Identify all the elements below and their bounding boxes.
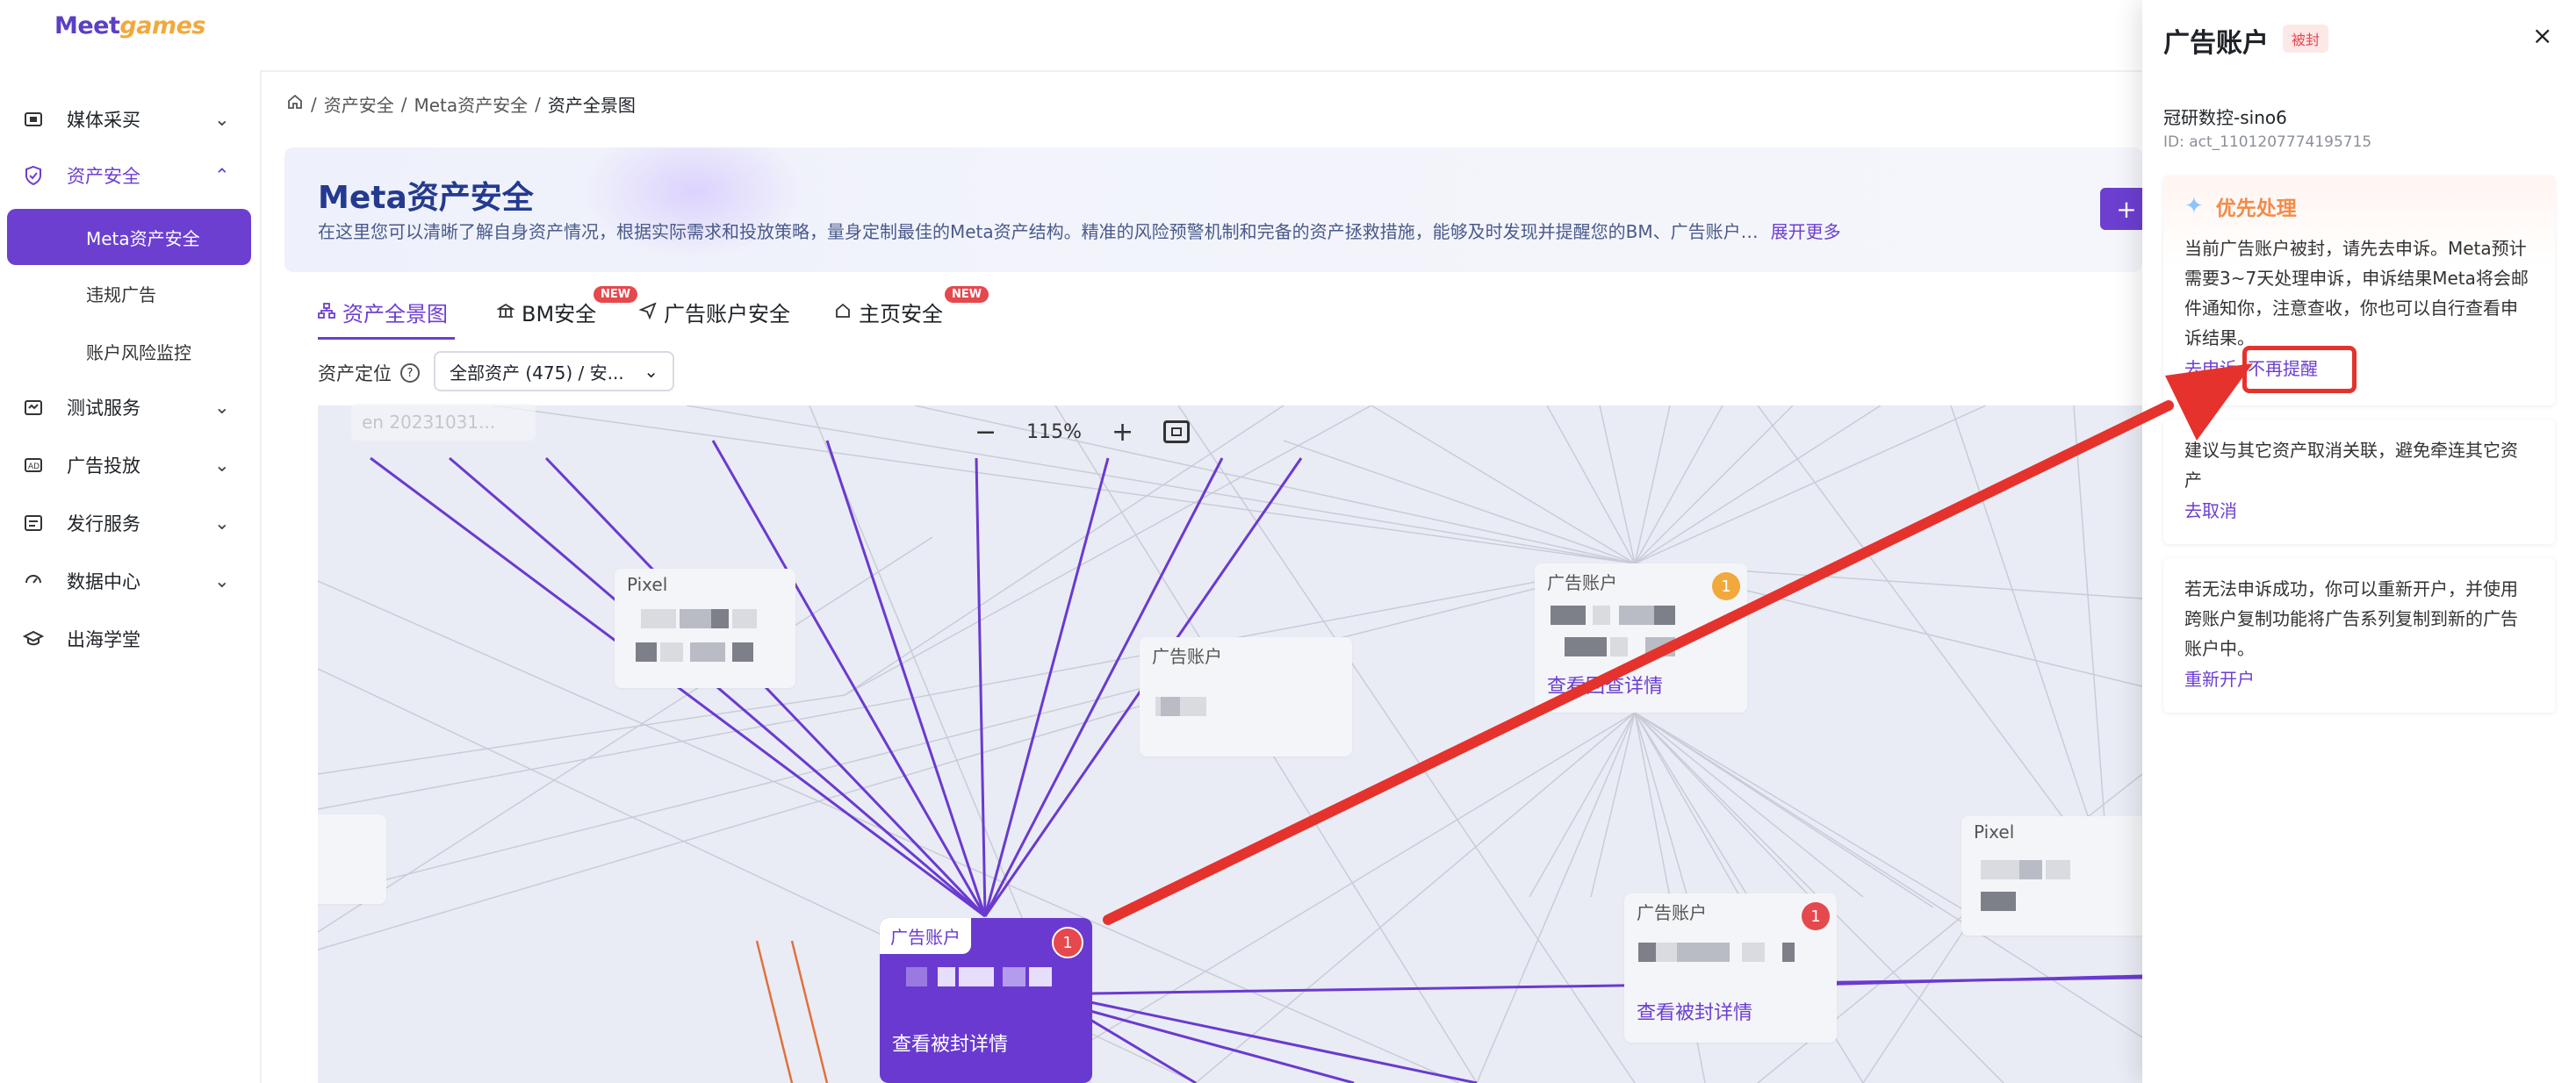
send-icon <box>638 300 657 325</box>
add-button[interactable]: + <box>2100 188 2142 230</box>
graph-node-pixel[interactable]: Pixel <box>615 569 795 688</box>
active-tab-indicator <box>318 337 455 340</box>
intro-banner: Meta资产安全 在这里您可以清晰了解自身资产情况，根据实际需求和投放策略，量身… <box>284 147 2142 272</box>
help-icon[interactable]: ? <box>400 363 420 383</box>
breadcrumb-current: 资产全景图 <box>547 95 636 116</box>
account-id: ID: act_1101207774195715 <box>2163 133 2372 151</box>
sidebar-item-testing[interactable]: 测试服务 ⌄ <box>0 379 260 435</box>
asset-locate-label: 资产定位 ? <box>318 360 420 386</box>
sidebar-item-ad-delivery[interactable]: AD 广告投放 ⌄ <box>0 437 260 493</box>
svg-text:AD: AD <box>28 463 40 471</box>
graph-ghost-label: en 20231031... <box>351 404 536 441</box>
chevron-down-icon: ⌄ <box>214 397 230 418</box>
status-badge: 被封 <box>2283 25 2329 53</box>
sparkle-icon: ✦ <box>2184 193 2204 219</box>
sidebar-item-publishing[interactable]: 发行服务 ⌄ <box>0 495 260 551</box>
zoom-out-icon[interactable]: − <box>975 417 997 448</box>
chevron-up-icon: ⌃ <box>214 165 230 186</box>
graph-node-partial[interactable] <box>318 814 386 904</box>
home-icon <box>834 300 852 325</box>
publish-icon <box>21 511 46 535</box>
view-ban-detail-link[interactable]: 查看被封详情 <box>892 1029 1008 1057</box>
asset-locate-select[interactable]: 全部资产 (475) / 安... ⌄ <box>434 351 674 391</box>
hierarchy-icon <box>318 300 335 325</box>
sidebar-item-media[interactable]: 媒体采买 ⌄ <box>0 91 260 147</box>
sidebar-item-school[interactable]: 出海学堂 <box>0 611 260 667</box>
zoom-level: 115% <box>1026 420 1083 443</box>
data-icon <box>21 569 46 593</box>
account-name: 冠研数控-sino6 <box>2163 107 2287 128</box>
drawer-title: 广告账户 <box>2163 28 2269 59</box>
top-bar <box>0 0 2142 72</box>
chevron-down-icon: ⌄ <box>214 570 230 592</box>
tab-asset-overview[interactable]: 资产全景图 <box>318 297 448 327</box>
sidebar-subitem-violation-ads[interactable]: 违规广告 <box>0 265 260 321</box>
sidebar-item-asset-security[interactable]: 资产安全 ⌃ <box>0 147 260 204</box>
banner-glow <box>579 147 808 262</box>
tab-bm-security[interactable]: BM安全 <box>495 297 596 327</box>
shield-icon <box>21 163 46 188</box>
priority-header: ✦ 优先处理 <box>2184 193 2297 220</box>
graph-node-ad-account-selected[interactable]: 广告账户 1 查看被封详情 <box>880 918 1092 1083</box>
test-icon <box>21 395 46 420</box>
tab-homepage-security[interactable]: 主页安全 <box>834 297 943 327</box>
chevron-down-icon: ⌄ <box>214 455 230 476</box>
new-badge: NEW <box>945 286 989 303</box>
breadcrumb-asset-security[interactable]: 资产安全 <box>324 91 394 117</box>
home-icon[interactable] <box>286 93 304 115</box>
breadcrumb-meta-asset-security[interactable]: Meta资产安全 <box>414 91 529 117</box>
breadcrumb: / 资产安全 / Meta资产安全 / 资产全景图 <box>286 91 636 117</box>
chevron-down-icon: ⌄ <box>214 109 230 130</box>
annotation-arrow <box>1103 363 2253 925</box>
priority-text: 当前广告账户被封，请先去申诉。Meta预计需要3~7天处理申诉，申诉结果Meta… <box>2184 238 2529 348</box>
bank-icon <box>495 300 516 325</box>
sidebar-subitem-meta-asset-security[interactable]: Meta资产安全 <box>7 209 251 265</box>
ad-icon: AD <box>21 453 46 477</box>
school-icon <box>21 627 46 651</box>
expand-more-link[interactable]: 展开更多 <box>1771 221 1841 242</box>
sidebar-item-data-center[interactable]: 数据中心 ⌄ <box>0 553 260 609</box>
app-logo[interactable]: Meetgames <box>54 12 205 39</box>
view-ban-detail-link[interactable]: 查看被封详情 <box>1637 997 1752 1025</box>
sidebar-subitem-account-risk[interactable]: 账户风险监控 <box>0 323 260 379</box>
chevron-down-icon: ⌄ <box>214 513 230 534</box>
chevron-down-icon: ⌄ <box>644 361 658 382</box>
close-icon[interactable]: × <box>2532 21 2552 50</box>
media-icon <box>21 107 46 132</box>
tab-ad-account-security[interactable]: 广告账户安全 <box>638 297 790 327</box>
new-badge: NEW <box>594 286 638 303</box>
banner-description: 在这里您可以清晰了解自身资产情况，根据实际需求和投放策略，量身定制最佳的Meta… <box>318 221 1841 242</box>
page-title: Meta资产安全 <box>318 180 534 216</box>
